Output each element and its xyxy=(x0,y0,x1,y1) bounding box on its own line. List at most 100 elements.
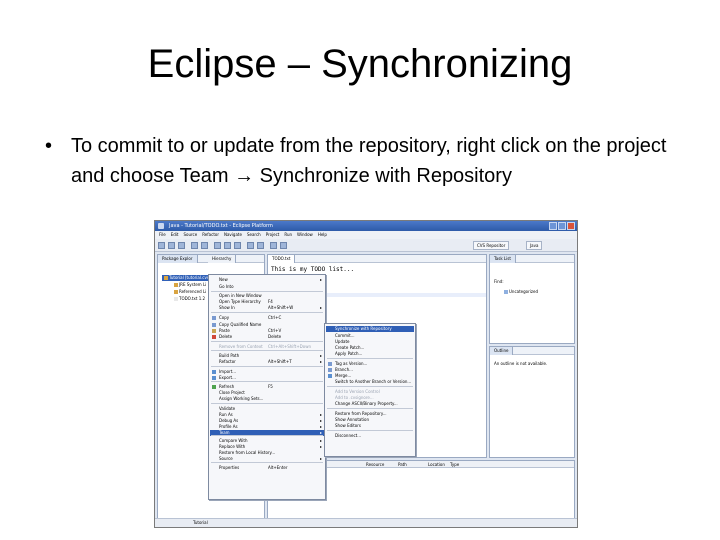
slide-title: Eclipse – Synchronizing xyxy=(147,42,573,86)
menu-item-label: Remove from Context xyxy=(219,344,263,349)
menu-item-icon xyxy=(212,323,216,327)
menu-item-label: Copy xyxy=(219,315,230,320)
menu-item-label: Show Editors xyxy=(335,423,361,428)
back-icon[interactable] xyxy=(270,242,277,249)
header-location[interactable]: Location xyxy=(428,461,445,468)
tree-item-project[interactable]: Tutorial [tutorial.cvs] xyxy=(162,275,213,281)
editor-line-1[interactable]: This is my TODO list... xyxy=(271,266,354,273)
tab-hierarchy[interactable]: Hierarchy xyxy=(208,255,237,263)
context-item-assign-working-sets[interactable]: Assign Working Sets... xyxy=(210,396,324,402)
menu-item-label: Refactor xyxy=(219,359,236,364)
context-item-refactor[interactable]: Refactor Alt+Shift+T ▸ xyxy=(210,359,324,365)
context-item-show-in[interactable]: Show In Alt+Shift+W ▸ xyxy=(210,305,324,311)
menu-navigate[interactable]: Navigate xyxy=(224,231,242,239)
header-resource[interactable]: Resource xyxy=(366,461,384,468)
forward-icon[interactable] xyxy=(280,242,287,249)
new-package-icon[interactable] xyxy=(224,242,231,249)
perspective-cvs[interactable]: CVS Repositor xyxy=(473,241,510,250)
menu-item-label: Source xyxy=(219,456,233,461)
print-icon[interactable] xyxy=(178,242,185,249)
bullet-marker: • xyxy=(45,135,53,157)
menu-item-label: Export... xyxy=(219,375,236,380)
submenu-arrow-icon: ▸ xyxy=(319,359,322,364)
context-item-properties[interactable]: Properties Alt+Enter xyxy=(210,465,324,471)
library-icon xyxy=(174,283,178,287)
team-item-synchronize-with-repository[interactable]: Synchronize with Repository xyxy=(326,326,414,332)
save-icon[interactable] xyxy=(168,242,175,249)
new-java-project-icon[interactable] xyxy=(214,242,221,249)
eclipse-screenshot: Java - Tutorial/TODO.txt - Eclipse Platf… xyxy=(154,220,578,528)
task-list: Task List Find: Uncategorized xyxy=(489,254,575,344)
tree-item-referenced[interactable]: Referenced Li xyxy=(174,289,206,295)
header-path[interactable]: Path xyxy=(398,461,407,468)
team-item-switch-to-another-branch-or-version[interactable]: Switch to Another Branch or Version... xyxy=(326,379,414,385)
debug-icon[interactable] xyxy=(191,242,198,249)
menu-item-label: Restore from Local History... xyxy=(219,450,276,455)
menu-item-label: Assign Working Sets... xyxy=(219,396,264,401)
menu-item-label: Paste xyxy=(219,328,230,333)
menu-item-shortcut: Ctrl+C xyxy=(268,315,282,320)
team-submenu: Synchronize with Repository Commit... Upda… xyxy=(324,323,416,457)
tab-outline[interactable]: Outline xyxy=(490,347,514,355)
menu-separator xyxy=(327,408,413,409)
tree-item-label: JRE System Li xyxy=(179,282,207,287)
team-item-apply-patch[interactable]: Apply Patch... xyxy=(326,351,414,357)
menu-window[interactable]: Window xyxy=(297,231,313,239)
bullet-point: • To commit to or update from the reposi… xyxy=(45,131,685,191)
menu-project[interactable]: Project xyxy=(266,231,280,239)
maximize-button[interactable] xyxy=(558,222,566,230)
menu-refactor[interactable]: Refactor xyxy=(202,231,219,239)
search-icon[interactable] xyxy=(257,242,264,249)
tree-item-label: Referenced Li xyxy=(179,289,207,294)
tab-todo-txt[interactable]: TODO.txt xyxy=(268,255,296,263)
menu-item-label: New xyxy=(219,277,228,282)
tree-item-label: TODO.txt 1.2 xyxy=(179,296,206,301)
menu-item-label: Open in New Window xyxy=(219,293,262,298)
menu-bar: File Edit Source Refactor Navigate Search Proj… xyxy=(155,231,577,239)
menu-separator xyxy=(211,291,323,292)
menu-search[interactable]: Search xyxy=(247,231,261,239)
open-type-icon[interactable] xyxy=(247,242,254,249)
menu-item-label: Add to Version Control xyxy=(335,389,380,394)
context-item-new[interactable]: New ▸ xyxy=(210,277,324,283)
menu-item-icon xyxy=(328,368,332,372)
menu-separator xyxy=(211,341,323,342)
tree-item-jre[interactable]: JRE System Li xyxy=(174,282,206,288)
context-item-copy[interactable]: Copy Ctrl+C xyxy=(210,315,324,321)
header-type[interactable]: Type xyxy=(450,461,459,468)
tab-package-explorer[interactable]: Package Explor xyxy=(158,255,198,263)
context-item-delete[interactable]: Delete Delete xyxy=(210,334,324,340)
category-label: Uncategorized xyxy=(509,289,538,294)
menu-separator xyxy=(211,462,323,463)
task-category[interactable]: Uncategorized xyxy=(504,289,538,295)
new-icon[interactable] xyxy=(158,242,165,249)
menu-source[interactable]: Source xyxy=(183,231,197,239)
menu-item-label: Show Annotation xyxy=(335,417,369,422)
menu-item-label: Replace With xyxy=(219,444,246,449)
team-item-disconnect[interactable]: Disconnect... xyxy=(326,433,414,439)
menu-separator xyxy=(211,435,323,436)
menu-separator xyxy=(211,381,323,382)
menu-edit[interactable]: Edit xyxy=(171,231,179,239)
menu-separator xyxy=(327,358,413,359)
close-button[interactable] xyxy=(567,222,575,230)
team-item-show-editors[interactable]: Show Editors xyxy=(326,423,414,429)
context-item-go-into[interactable]: Go Into xyxy=(210,284,324,290)
tree-item-todo[interactable]: TODO.txt 1.2 xyxy=(174,296,205,302)
menu-item-icon xyxy=(212,376,216,380)
menu-item-label: Show In xyxy=(219,305,235,310)
run-icon[interactable] xyxy=(201,242,208,249)
context-menu: New ▸ Go Into Open in New Window Open Type H… xyxy=(208,274,326,500)
menu-help[interactable]: Help xyxy=(318,231,327,239)
status-text: Tutorial xyxy=(193,520,208,525)
tab-task-list[interactable]: Task List xyxy=(490,255,516,263)
menu-file[interactable]: File xyxy=(159,231,166,239)
team-item-change-ascii-binary-property[interactable]: Change ASCII/Binary Property... xyxy=(326,401,414,407)
menu-item-label: Import... xyxy=(219,369,237,374)
menu-item-label: Open Type Hierarchy xyxy=(219,299,261,304)
menu-item-shortcut: Alt+Shift+W xyxy=(268,305,294,310)
perspective-java[interactable]: Java xyxy=(526,241,543,250)
menu-run[interactable]: Run xyxy=(284,231,292,239)
minimize-button[interactable] xyxy=(549,222,557,230)
new-class-icon[interactable] xyxy=(234,242,241,249)
